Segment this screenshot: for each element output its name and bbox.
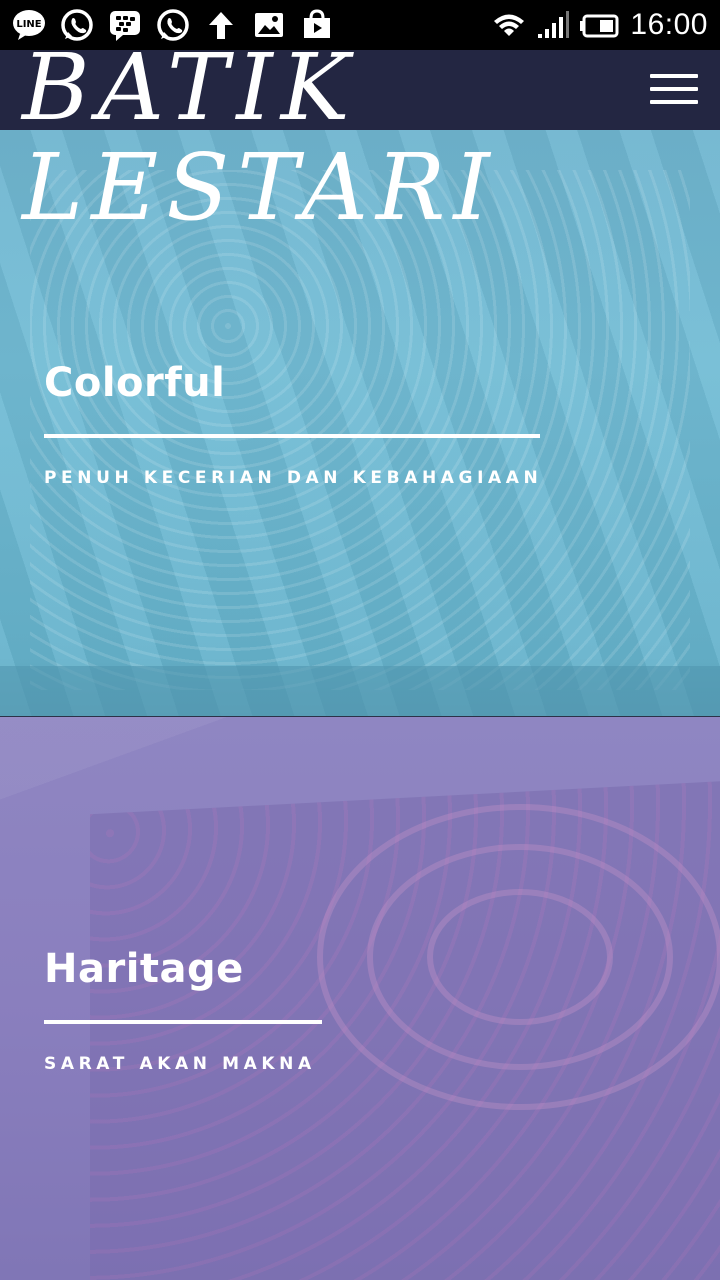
clock: 16:00 <box>630 8 708 41</box>
brand-line-2: LESTARI <box>22 134 498 241</box>
panel-subtitle: PENUH KECERIAN DAN KEBAHAGIAAN <box>44 468 543 488</box>
hamburger-menu-icon[interactable] <box>650 74 698 104</box>
brand-logo[interactable]: BATIK LESTARI <box>22 38 498 238</box>
panel-subtitle: SARAT AKAN MAKNA <box>44 1054 316 1074</box>
panel-caption-haritage: Haritage SARAT AKAN MAKNA <box>44 946 322 1074</box>
title-divider <box>44 1020 322 1024</box>
title-divider <box>44 434 540 438</box>
signal-icon <box>536 8 570 42</box>
panel-title: Haritage <box>44 946 244 992</box>
battery-icon <box>580 8 620 42</box>
panel-title: Colorful <box>44 360 226 406</box>
panel-caption-colorful: Colorful PENUH KECERIAN DAN KEBAHAGIAAN <box>44 360 542 488</box>
svg-text:LINE: LINE <box>16 19 41 30</box>
brand-line-1: BATIK <box>22 34 358 141</box>
wifi-icon <box>492 8 526 42</box>
